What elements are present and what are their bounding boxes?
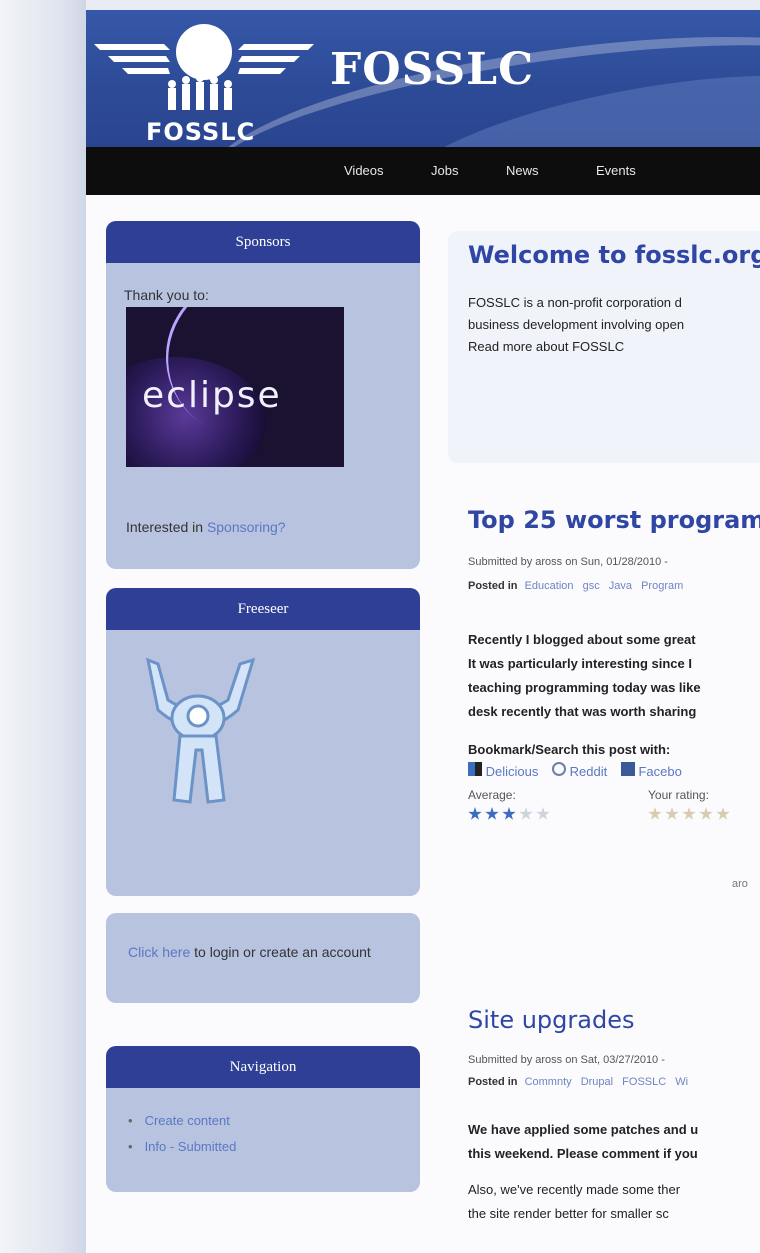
- login-block: Click here to login or create an account: [106, 913, 420, 1003]
- bookmark-label: Bookmark/Search this post with:: [468, 742, 671, 757]
- login-suffix: to login or create an account: [190, 944, 371, 960]
- star-icon[interactable]: [682, 807, 696, 820]
- post-body-line: Recently I blogged about some great: [468, 632, 696, 647]
- tag-link[interactable]: Commnty: [525, 1076, 572, 1088]
- post-body: We have applied some patches and u this …: [468, 1118, 698, 1226]
- your-rating-label: Your rating:: [648, 788, 709, 802]
- welcome-box: Welcome to fosslc.org! FOSSLC is a non-p…: [448, 231, 760, 463]
- page-gutter: [0, 0, 86, 1253]
- reddit-icon: [552, 762, 566, 776]
- navigation-block: Navigation • Create content • Info - Submi…: [106, 1046, 420, 1192]
- navigation-title: Navigation: [106, 1046, 420, 1088]
- nav-item-label: Create content: [144, 1113, 230, 1128]
- tag-link[interactable]: Drupal: [581, 1076, 613, 1088]
- star-icon: [502, 807, 516, 820]
- star-icon: [485, 807, 499, 820]
- read-more-link[interactable]: Read more about FOSSLC: [468, 335, 624, 359]
- bookmark-links: Delicious Reddit Facebo: [468, 762, 682, 779]
- post-body-line: this weekend. Please comment if you: [468, 1146, 698, 1161]
- bookmark-delicious[interactable]: Delicious: [486, 764, 539, 779]
- post-title[interactable]: Top 25 worst programmi: [468, 506, 760, 534]
- tag-link[interactable]: Wi: [675, 1076, 688, 1088]
- post-body-line: It was particularly interesting since I: [468, 656, 692, 671]
- tag-link[interactable]: Program: [641, 580, 683, 592]
- freeseer-mascot-icon[interactable]: [128, 650, 268, 820]
- site-name[interactable]: FOSSLC: [330, 44, 534, 95]
- nav-jobs[interactable]: Jobs: [431, 163, 458, 178]
- star-icon: [519, 807, 533, 820]
- welcome-line-2: business development involving open: [468, 317, 685, 332]
- page: FOSSLC FOSSLC Videos Jobs News Events Sp…: [86, 10, 760, 1253]
- average-stars: [468, 806, 553, 825]
- star-icon[interactable]: [699, 807, 713, 820]
- sponsoring-prefix: Interested in: [126, 519, 207, 535]
- post-body-line: teaching programming today was like: [468, 680, 701, 695]
- your-rating-stars: [648, 806, 733, 825]
- facebook-icon: [620, 762, 635, 776]
- nav-events[interactable]: Events: [596, 163, 636, 178]
- post-body-line: Also, we've recently made some ther: [468, 1182, 681, 1197]
- sponsors-block: Sponsors Thank you to: eclipse Intereste…: [106, 221, 420, 569]
- tag-link[interactable]: Education: [525, 580, 574, 592]
- post-top-25: Top 25 worst programmi Submitted by aros…: [448, 488, 760, 988]
- tag-link[interactable]: gsc: [583, 580, 600, 592]
- sponsors-title: Sponsors: [106, 221, 420, 263]
- eclipse-wordmark: eclipse: [142, 375, 282, 416]
- tag-link[interactable]: FOSSLC: [622, 1076, 666, 1088]
- welcome-line-1: FOSSLC is a non-profit corporation d: [468, 295, 682, 310]
- bullet-icon: •: [128, 1113, 133, 1128]
- nav-videos[interactable]: Videos: [344, 163, 384, 178]
- freeseer-block: Freeseer: [106, 588, 420, 896]
- posted-in-label: Posted in: [468, 580, 518, 592]
- bookmark-reddit[interactable]: Reddit: [570, 764, 608, 779]
- post-meta: Submitted by aross on Sun, 01/28/2010 -: [468, 556, 668, 568]
- post-title[interactable]: Site upgrades: [468, 1006, 634, 1034]
- eclipse-sponsor-image[interactable]: eclipse: [126, 307, 344, 467]
- sponsoring-line: Interested in Sponsoring?: [106, 507, 304, 547]
- bullet-icon: •: [128, 1139, 133, 1154]
- login-link[interactable]: Click here: [128, 944, 190, 960]
- main-nav: Videos Jobs News Events: [86, 147, 760, 195]
- site-header: FOSSLC FOSSLC: [86, 10, 760, 147]
- post-site-upgrades: Site upgrades Submitted by aross on Sat,…: [448, 1000, 760, 1253]
- post-meta: Submitted by aross on Sat, 03/27/2010 -: [468, 1054, 665, 1066]
- star-icon[interactable]: [665, 807, 679, 820]
- posted-in-label: Posted in: [468, 1076, 518, 1088]
- freeseer-title: Freeseer: [106, 588, 420, 630]
- nav-item-create-content[interactable]: • Create content: [128, 1108, 420, 1134]
- welcome-title: Welcome to fosslc.org!: [468, 241, 760, 269]
- nav-item-label: Info - Submitted: [144, 1139, 237, 1154]
- tag-link[interactable]: Java: [609, 580, 632, 592]
- post-tags: Posted in Education gsc Java Program: [468, 580, 689, 592]
- nav-item-info[interactable]: • Info - Submitted: [128, 1134, 420, 1160]
- sponsoring-link[interactable]: Sponsoring?: [207, 519, 286, 535]
- star-icon: [468, 807, 482, 820]
- delicious-icon: [468, 762, 482, 776]
- author-link[interactable]: aro: [732, 878, 748, 890]
- logo-text: FOSSLC: [146, 118, 256, 146]
- star-icon: [536, 807, 550, 820]
- star-icon[interactable]: [716, 807, 730, 820]
- post-body-line: the site render better for smaller sc: [468, 1206, 669, 1221]
- navigation-list: • Create content • Info - Submitted: [106, 1088, 420, 1160]
- star-icon[interactable]: [648, 807, 662, 820]
- post-tags: Posted in Commnty Drupal FOSSLC Wi: [468, 1076, 694, 1088]
- nav-news[interactable]: News: [506, 163, 539, 178]
- post-body: Recently I blogged about some great It w…: [468, 628, 701, 724]
- average-label: Average:: [468, 788, 516, 802]
- post-body-line: We have applied some patches and u: [468, 1122, 699, 1137]
- bookmark-facebook[interactable]: Facebo: [638, 764, 681, 779]
- post-body-line: desk recently that was worth sharing: [468, 704, 697, 719]
- login-text: Click here to login or create an account: [106, 913, 420, 963]
